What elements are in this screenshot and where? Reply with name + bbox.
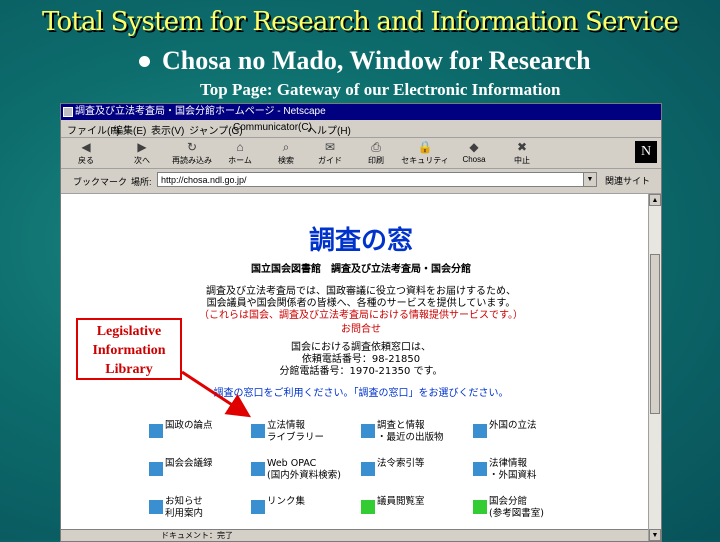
security-label: セキュリティ [401,156,449,165]
org-name: 国立国会図書館 調査及び立法考査局・国会分館 [251,264,471,275]
back-button[interactable]: ◀ 戻る [65,138,107,168]
bullet-text: Chosa no Mado, Window for Research [162,46,591,75]
nav-legislative-library-button[interactable]: 立法情報 ライブラリー [251,420,345,448]
menu-view[interactable]: 表示(V) [151,122,184,137]
window-title: 調査及び立法考査局・国会分館ホームページ - Netscape [75,106,326,117]
nav-oshirase-button[interactable]: お知らせ 利用案内 [149,496,243,524]
legislative-library-callout: Legislative Information Library [76,318,182,380]
page-heading: 調査の窓 [308,226,413,256]
stop-icon: ✖ [516,140,528,154]
url-input[interactable]: http://chosa.ndl.go.jp/ [157,172,587,187]
bookmarks-button[interactable]: ブックマーク [73,175,127,188]
nav-square-icon [149,462,163,476]
menu-communicator[interactable]: Communicator(C) [233,122,312,133]
nav-law-info-button[interactable]: 法律情報 ・外国資料 [473,458,567,486]
nav-square-icon [361,462,375,476]
guide-label: ガイド [318,156,342,165]
chosa-label: Chosa [462,155,486,164]
home-button[interactable]: ⌂ ホーム [219,138,261,168]
notice-text[interactable]: 調査の窓口をご利用ください。「調査の窓口」をお選びください。 [61,384,661,399]
status-bar: ドキュメント：完了 [61,529,648,541]
scroll-down-icon[interactable]: ▼ [649,529,661,541]
nav-square-icon [149,500,163,514]
nav-square-icon [361,500,375,514]
scroll-thumb[interactable] [650,254,660,414]
home-label: ホーム [228,156,252,165]
location-bar: ブックマーク 場所: http://chosa.ndl.go.jp/ ▼ 関連サ… [61,169,661,194]
home-icon: ⌂ [236,140,244,154]
search-button[interactable]: ⌕ 検索 [265,138,307,168]
nav-square-icon [361,424,375,438]
search-label: 検索 [278,156,294,165]
nav-square-icon [251,462,265,476]
vertical-scrollbar[interactable]: ▲ ▼ [648,194,661,541]
reload-button[interactable]: ↻ 再読み込み [169,138,215,168]
search-icon: ⌕ [282,140,290,154]
stop-button[interactable]: ✖ 中止 [501,138,543,168]
nav-square-icon [251,424,265,438]
menu-edit[interactable]: 編集(E) [113,122,146,137]
print-label: 印刷 [368,156,384,165]
chosa-button[interactable]: ◆ Chosa [453,138,495,168]
back-arrow-icon: ◀ [81,140,91,154]
nav-chosa-joho-button[interactable]: 調査と情報 ・最近の出版物 [361,420,455,448]
nav-foreign-law-button[interactable]: 外国の立法 [473,420,567,448]
window-icon [63,107,73,117]
menu-file[interactable]: ファイル(F) [67,122,120,137]
nav-kokusei-button[interactable]: 国政の論点 [149,420,243,448]
back-label: 戻る [78,156,94,165]
print-button[interactable]: ⎙ 印刷 [355,138,397,168]
netscape-logo-icon: N [635,141,657,163]
forward-button[interactable]: ▶ 次へ [121,138,163,168]
browser-toolbar: ◀ 戻る ▶ 次へ ↻ 再読み込み ⌂ ホーム ⌕ 検索 ✉ ガイド ⎙ 印刷 … [61,138,661,169]
stop-label: 中止 [514,156,530,165]
slide-title: Total System for Research and Informatio… [41,7,679,37]
nav-kaigiroku-button[interactable]: 国会会議録 [149,458,243,486]
nav-square-icon [251,500,265,514]
chosa-icon: ◆ [469,140,479,154]
scroll-up-icon[interactable]: ▲ [649,194,661,206]
guide-icon: ✉ [324,140,336,154]
forward-arrow-icon: ▶ [137,140,147,154]
nav-square-icon [473,424,487,438]
nav-web-opac-button[interactable]: Web OPAC (国内外資料検索) [251,458,345,486]
nav-square-icon [473,500,487,514]
menu-bar: ファイル(F) 編集(E) 表示(V) ジャンプ(G) Communicator… [61,120,661,138]
url-dropdown-button[interactable]: ▼ [583,172,597,187]
reload-icon: ↻ [186,140,198,154]
menu-help[interactable]: ヘルプ(H) [307,122,351,137]
bullet-dot-icon [139,56,150,67]
guide-button[interactable]: ✉ ガイド [309,138,351,168]
security-button[interactable]: 🔒 セキュリティ [401,138,449,168]
subbullet-text: Top Page: Gateway of our Electronic Info… [200,80,561,99]
nav-square-icon [149,424,163,438]
related-sites-button[interactable]: 関連サイト [605,174,650,187]
reload-label: 再読み込み [172,156,212,165]
forward-label: 次へ [134,156,150,165]
print-icon: ⎙ [371,140,381,154]
nav-square-icon [473,462,487,476]
status-text: ドキュメント：完了 [161,531,233,540]
location-label: 場所: [131,177,152,187]
security-icon: 🔒 [417,140,433,154]
nav-links-button[interactable]: リンク集 [251,496,345,524]
nav-horei-button[interactable]: 法令索引等 [361,458,455,486]
nav-reading-room-button[interactable]: 議員閲覧室 [361,496,455,524]
browser-titlebar: 調査及び立法考査局・国会分館ホームページ - Netscape [61,104,661,120]
nav-branch-library-button[interactable]: 国会分館 (参考図書室) [473,496,567,524]
